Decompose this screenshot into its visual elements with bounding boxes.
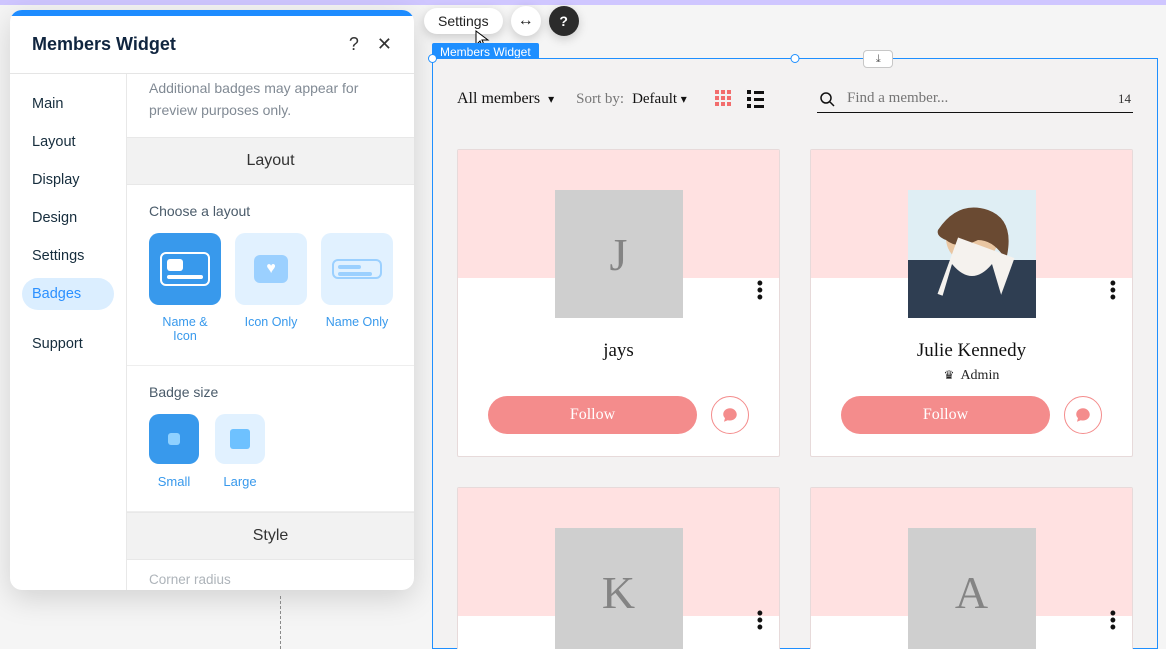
size-option-small[interactable]: Small [149, 414, 199, 489]
download-handle-icon[interactable]: ⤓ [863, 50, 893, 68]
card-menu-icon[interactable]: ••• [757, 280, 763, 302]
card-menu-icon[interactable]: ••• [1110, 610, 1116, 632]
member-role: Admin [811, 368, 1132, 384]
member-card: ••• Julie Kennedy Admin Follow [810, 149, 1133, 457]
help-icon[interactable]: ? [349, 34, 359, 55]
sidebar-item-settings[interactable]: Settings [22, 240, 114, 272]
size-option-large[interactable]: Large [215, 414, 265, 489]
widget-settings-panel: Members Widget ? ✕ Main Layout Display D… [10, 10, 414, 590]
chevron-down-icon: ▾ [681, 92, 687, 106]
member-card: A ••• [810, 487, 1133, 649]
sidebar-item-support[interactable]: Support [22, 328, 114, 360]
layout-option-name-only[interactable]: Name Only [321, 233, 393, 343]
members-widget-frame[interactable]: ⤓ All members ▾ Sort by: Default ▾ [432, 58, 1158, 649]
name-and-icon-icon [160, 252, 210, 286]
avatar: K [555, 528, 683, 649]
layout-section-header: Layout [127, 137, 414, 185]
panel-title: Members Widget [32, 34, 176, 55]
members-filter-dropdown[interactable]: All members ▾ [457, 90, 554, 108]
choose-layout-label: Choose a layout [149, 203, 392, 219]
sort-by-dropdown[interactable]: Default ▾ [632, 91, 687, 108]
chevron-down-icon: ▾ [548, 92, 554, 107]
chat-icon [721, 406, 739, 424]
member-card: K ••• [457, 487, 780, 649]
follow-button[interactable]: Follow [488, 396, 697, 434]
chat-icon [1074, 406, 1092, 424]
resize-handle-tl[interactable] [428, 54, 437, 63]
avatar: J [555, 190, 683, 318]
avatar [908, 190, 1036, 318]
avatar: A [908, 528, 1036, 649]
corner-radius-label: Corner radius [127, 560, 414, 590]
name-only-icon [332, 259, 382, 279]
close-icon[interactable]: ✕ [377, 34, 392, 55]
guide-line [280, 596, 281, 649]
sidebar-item-badges[interactable]: Badges [22, 278, 114, 310]
grid-view-icon[interactable] [715, 90, 731, 108]
settings-sidebar: Main Layout Display Design Settings Badg… [10, 74, 127, 590]
member-name: Julie Kennedy [811, 340, 1132, 362]
sort-by-label: Sort by: [576, 91, 624, 108]
member-count: 14 [1118, 91, 1131, 107]
list-view-icon[interactable] [747, 90, 764, 108]
layout-option-icon-only[interactable]: Icon Only [235, 233, 307, 343]
sidebar-item-display[interactable]: Display [22, 164, 114, 196]
search-icon [819, 91, 835, 107]
search-input[interactable] [845, 89, 1065, 108]
sidebar-item-design[interactable]: Design [22, 202, 114, 234]
follow-button[interactable]: Follow [841, 396, 1050, 434]
sidebar-item-main[interactable]: Main [22, 88, 114, 120]
icon-only-icon [254, 255, 288, 283]
badge-size-label: Badge size [149, 384, 392, 400]
badges-hint: Additional badges may appear for preview… [127, 74, 414, 137]
card-menu-icon[interactable]: ••• [1110, 280, 1116, 302]
member-search[interactable]: 14 [817, 85, 1133, 113]
help-toolbar-icon[interactable]: ? [549, 6, 579, 36]
open-settings-button[interactable]: Settings [424, 8, 503, 34]
sidebar-item-layout[interactable]: Layout [22, 126, 114, 158]
admin-crown-icon [944, 368, 955, 384]
style-section-header: Style [127, 512, 414, 560]
card-menu-icon[interactable]: ••• [757, 610, 763, 632]
layout-option-name-and-icon[interactable]: Name & Icon [149, 233, 221, 343]
chat-button[interactable] [711, 396, 749, 434]
member-name: jays [458, 340, 779, 362]
member-card: J ••• jays Follow [457, 149, 780, 457]
stretch-icon[interactable]: ↔ [511, 6, 541, 36]
chat-button[interactable] [1064, 396, 1102, 434]
resize-handle-tc[interactable] [791, 54, 800, 63]
